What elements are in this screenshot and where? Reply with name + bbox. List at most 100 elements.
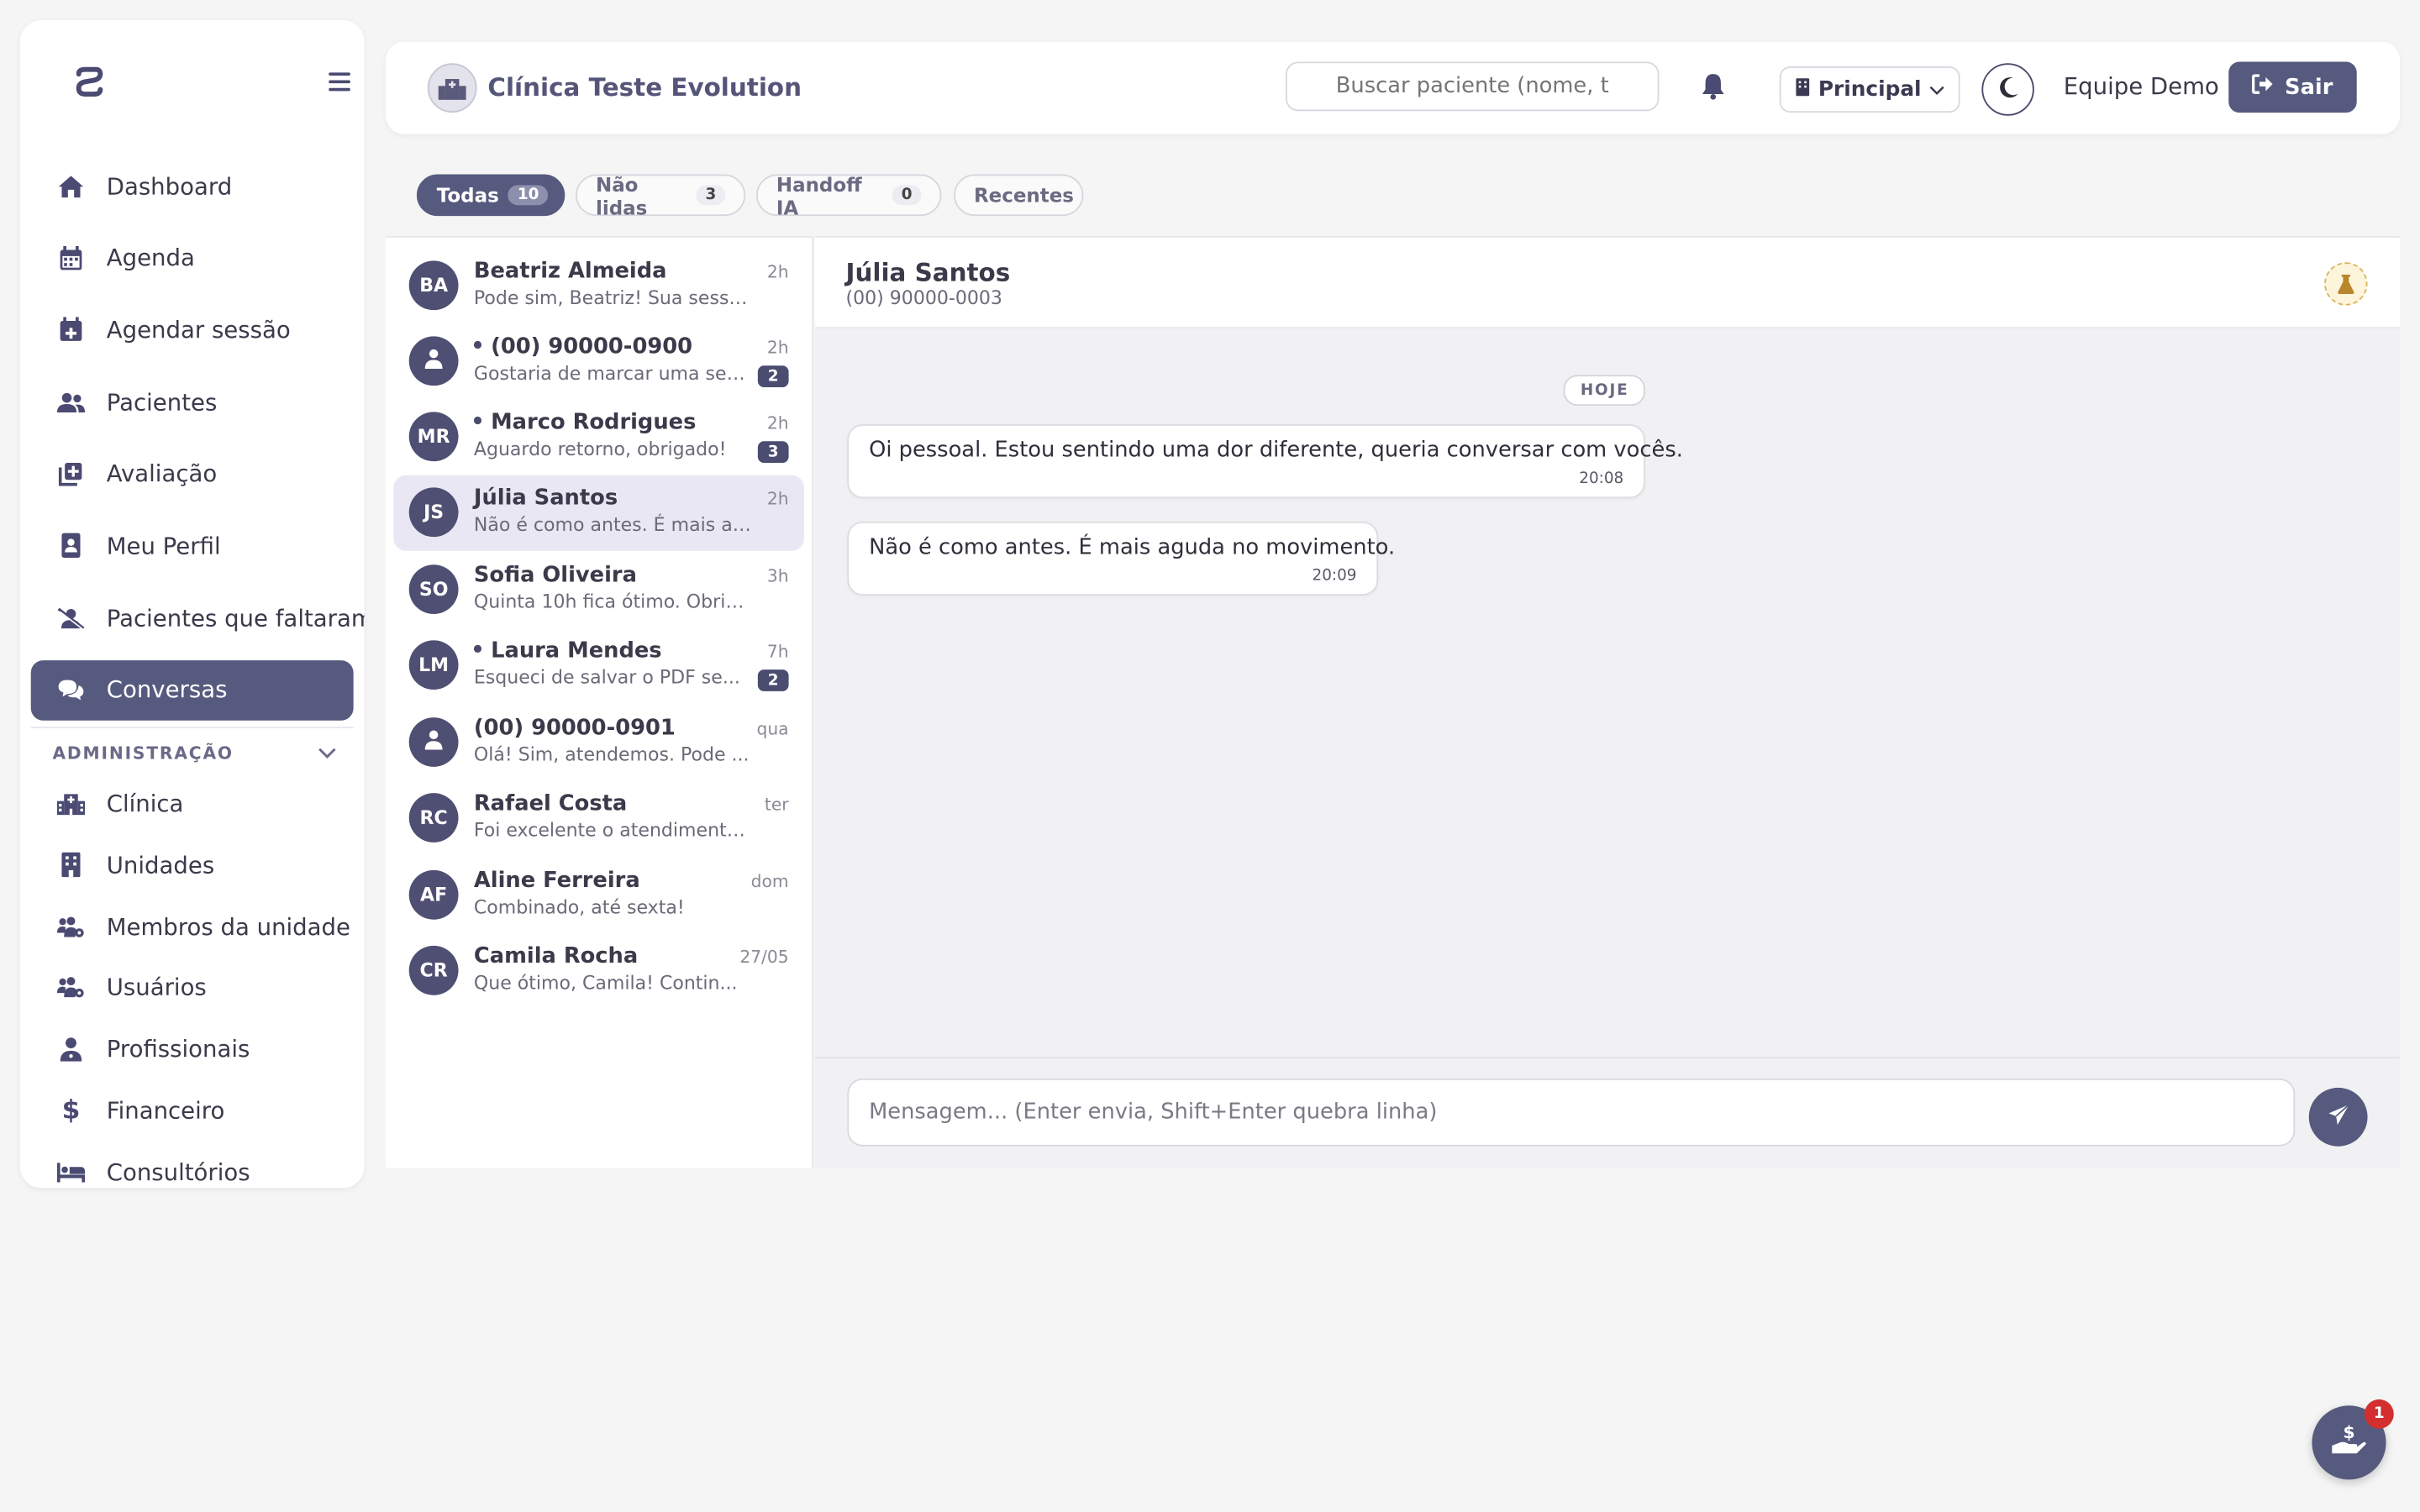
unread-count-badge: 3 bbox=[757, 441, 789, 464]
conversation-time: qua bbox=[756, 718, 789, 739]
nav-label: Pacientes bbox=[106, 388, 218, 417]
filter-nao-lidas[interactable]: Não lidas 3 bbox=[576, 171, 746, 218]
bed-icon bbox=[56, 1158, 86, 1186]
avatar: LM bbox=[408, 640, 459, 690]
nav-label: Pacientes que faltaram bbox=[106, 604, 365, 633]
nav-item-pacientes-que-faltaram[interactable]: Pacientes que faltaram bbox=[31, 588, 364, 648]
conversation-name: Sofia Oliveira bbox=[473, 563, 637, 588]
filter-label: Recentes bbox=[973, 183, 1074, 207]
avatar: AF bbox=[408, 869, 459, 920]
filter-label: Não lidas bbox=[595, 171, 648, 218]
conversation-item[interactable]: RC Rafael Costa Foi excelente o atendime… bbox=[393, 780, 804, 856]
filter-count: 10 bbox=[508, 185, 549, 206]
chat-bubbles-icon bbox=[57, 676, 85, 704]
nav-item-dashboard[interactable]: Dashboard bbox=[31, 156, 354, 217]
conversation-item[interactable]: CR Camila Rocha Que ótimo, Camila! Conti… bbox=[393, 933, 804, 1009]
avatar bbox=[408, 717, 459, 767]
nav-item-clinica[interactable]: Clínica bbox=[31, 774, 354, 833]
calendar-plus-icon bbox=[57, 316, 85, 344]
admin-section-toggle[interactable]: ADMINISTRAÇÃO bbox=[52, 743, 336, 764]
user-doctor-icon bbox=[57, 1036, 85, 1063]
theme-toggle-button[interactable] bbox=[1981, 63, 2034, 116]
conversation-name: Camila Rocha bbox=[473, 944, 639, 969]
conversation-name: Aline Ferreira bbox=[473, 869, 640, 894]
conversation-preview: Esqueci de salvar o PDF se... bbox=[473, 666, 740, 689]
hand-dollar-icon: $ bbox=[2330, 1422, 2367, 1462]
nav-label: Unidades bbox=[106, 851, 215, 879]
users-gear-icon bbox=[56, 974, 85, 1002]
message-text: Oi pessoal. Estou sentindo uma dor difer… bbox=[869, 438, 1683, 464]
chevron-down-icon bbox=[1929, 77, 1944, 102]
filter-count: 0 bbox=[892, 185, 922, 206]
conversation-name: Rafael Costa bbox=[473, 791, 628, 816]
avatar: MR bbox=[408, 412, 459, 462]
conversation-item[interactable]: BA Beatriz Almeida Pode sim, Beatriz! Su… bbox=[393, 249, 804, 324]
id-badge-icon bbox=[57, 533, 85, 560]
user-slash-icon bbox=[57, 604, 85, 632]
message-bubble: Não é como antes. É mais aguda no movime… bbox=[847, 521, 1395, 596]
nav-label: Agenda bbox=[106, 244, 195, 272]
filter-handoff-ia[interactable]: Handoff IA 0 bbox=[755, 171, 942, 218]
filter-label: Handoff IA bbox=[776, 171, 862, 218]
conversation-time: dom bbox=[750, 871, 789, 892]
fab-notification-badge: 1 bbox=[2364, 1399, 2394, 1429]
conversation-preview: Aguardo retorno, obrigado! bbox=[473, 438, 727, 460]
nav-item-agendar-sessao[interactable]: Agendar sessão bbox=[31, 300, 354, 360]
unread-count-badge: 2 bbox=[757, 365, 789, 388]
topbar: Clínica Teste Evolution Principal Equipe… bbox=[386, 41, 2401, 134]
conversation-item[interactable]: (00) 90000-0900 Gostaria de marcar uma s… bbox=[393, 324, 804, 400]
nav-item-membros-da-unidade[interactable]: Membros da unidade bbox=[31, 897, 354, 956]
unit-select[interactable]: Principal bbox=[1779, 66, 1960, 113]
main-nav: Dashboard Agenda Agendar sessão Paciente… bbox=[30, 156, 364, 732]
nav-item-usuarios[interactable]: Usuários bbox=[31, 958, 354, 1017]
filter-recentes[interactable]: Recentes bbox=[954, 174, 1084, 217]
nav-label: Financeiro bbox=[106, 1096, 225, 1125]
clinic-name: Clínica Teste Evolution bbox=[487, 72, 802, 102]
nav-item-conversas[interactable]: Conversas bbox=[30, 659, 354, 721]
nav-label: Dashboard bbox=[106, 171, 233, 200]
conversation-preview: Quinta 10h fica ótimo. Obriga... bbox=[473, 591, 752, 613]
conversation-preview: Combinado, até sexta! bbox=[473, 896, 685, 918]
calendar-icon bbox=[57, 244, 85, 272]
patient-search-input[interactable] bbox=[1285, 61, 1660, 112]
conversation-time: ter bbox=[764, 794, 789, 815]
chat-messages: HOJE Oi pessoal. Estou sentindo uma dor … bbox=[814, 328, 2401, 1058]
nav-item-pacientes[interactable]: Pacientes bbox=[31, 372, 354, 433]
avatar: JS bbox=[408, 487, 459, 538]
conversation-item[interactable]: (00) 90000-0901 Olá! Sim, atendemos. Pod… bbox=[393, 705, 804, 780]
nav-item-consultorios[interactable]: Consultórios bbox=[31, 1143, 354, 1189]
conversation-preview: Não é como antes. É mais ag... bbox=[473, 513, 752, 536]
logout-button[interactable]: Sair bbox=[2228, 61, 2357, 113]
logout-label: Sair bbox=[2285, 75, 2333, 100]
nav-item-profissionais[interactable]: Profissionais bbox=[31, 1020, 354, 1079]
conversation-item-active[interactable]: JS Júlia Santos Não é como antes. É mais… bbox=[393, 475, 804, 551]
conversation-name: Marco Rodrigues bbox=[473, 411, 696, 435]
nav-item-avaliacao[interactable]: Avaliação bbox=[31, 444, 354, 505]
nav-label: Membros da unidade bbox=[106, 912, 350, 941]
hamburger-icon[interactable] bbox=[329, 72, 350, 94]
conversation-item[interactable]: AF Aline Ferreira Combinado, até sexta! … bbox=[393, 858, 804, 933]
nav-item-agenda[interactable]: Agenda bbox=[31, 228, 354, 288]
filter-todas[interactable]: Todas 10 bbox=[416, 174, 566, 217]
message-input[interactable] bbox=[847, 1078, 2296, 1147]
conversation-item[interactable]: SO Sofia Oliveira Quinta 10h fica ótimo.… bbox=[393, 553, 804, 628]
conversation-item[interactable]: LM Laura Mendes Esqueci de salvar o PDF … bbox=[393, 628, 804, 704]
conversation-item[interactable]: MR Marco Rodrigues Aguardo retorno, obri… bbox=[393, 400, 804, 475]
conversation-time: 2h bbox=[766, 489, 789, 510]
nav-label: Conversas bbox=[106, 676, 228, 705]
conversation-name: Júlia Santos bbox=[473, 486, 618, 511]
admin-section-title: ADMINISTRAÇÃO bbox=[52, 743, 234, 764]
bell-icon[interactable] bbox=[1699, 72, 1727, 100]
home-icon bbox=[57, 172, 85, 200]
nav-item-unidades[interactable]: Unidades bbox=[31, 836, 354, 895]
flask-icon[interactable] bbox=[2324, 262, 2368, 306]
conversation-time: 27/05 bbox=[739, 947, 789, 968]
admin-nav: Clínica Unidades Membros da unidade Usuá… bbox=[31, 774, 354, 1188]
day-divider: HOJE bbox=[1563, 375, 1646, 407]
nav-item-meu-perfil[interactable]: Meu Perfil bbox=[31, 516, 354, 576]
nav-item-financeiro[interactable]: $ Financeiro bbox=[31, 1082, 354, 1141]
user-icon bbox=[424, 730, 443, 754]
avatar bbox=[408, 336, 459, 386]
send-button[interactable] bbox=[2308, 1087, 2368, 1147]
brand-logo-icon[interactable] bbox=[72, 66, 106, 100]
